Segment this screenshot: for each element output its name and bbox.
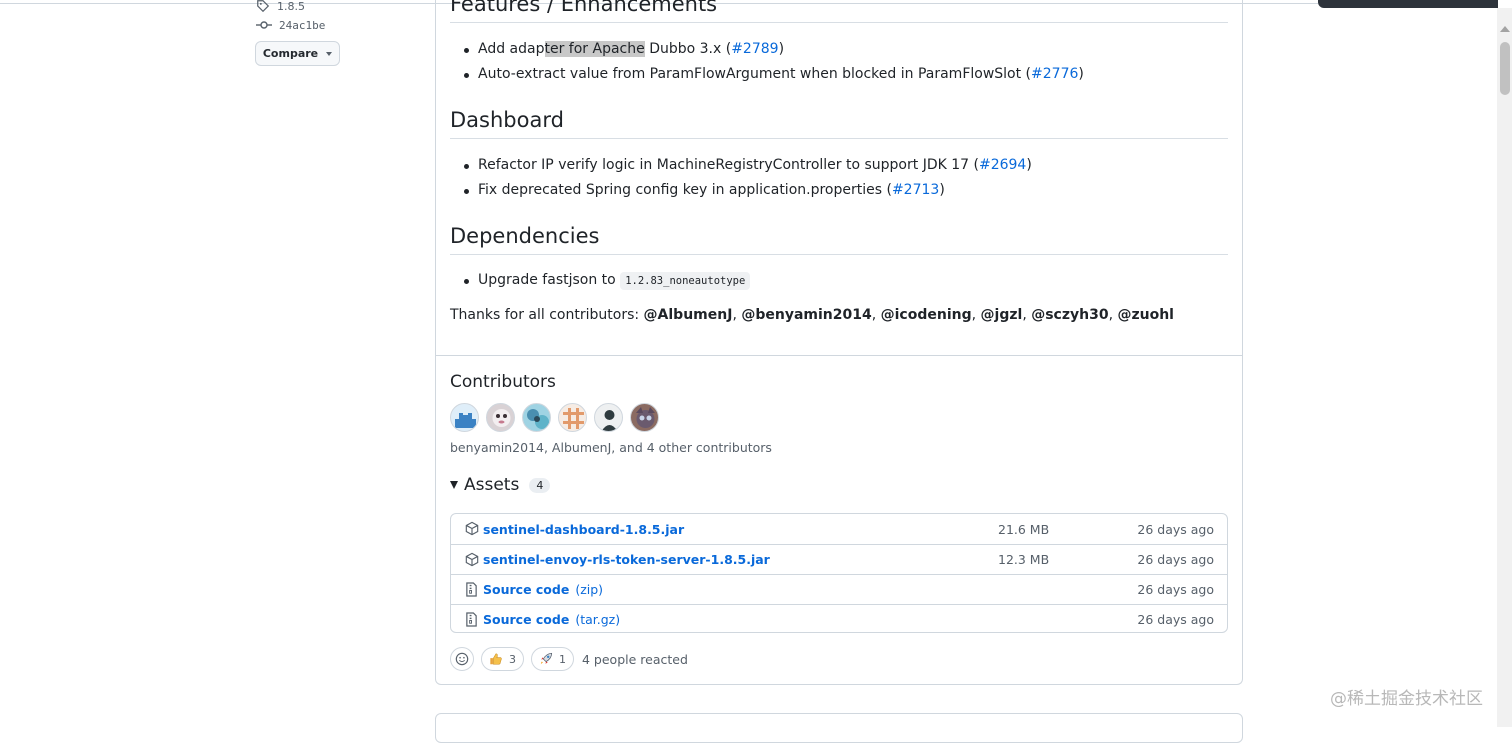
asset-row: sentinel-dashboard-1.8.5.jar 21.6 MB 26 … (451, 514, 1227, 544)
smiley-icon (455, 652, 469, 666)
asset-row: Source code (tar.gz) 26 days ago (451, 604, 1227, 634)
pr-link-2694[interactable]: #2694 (979, 157, 1026, 173)
tag-label: 1.8.5 (277, 0, 305, 13)
asset-link[interactable]: sentinel-envoy-rls-token-server-1.8.5.ja… (483, 552, 770, 567)
file-zip-icon (466, 612, 477, 627)
mention-sczyh30[interactable]: @sczyh30 (1031, 307, 1108, 323)
thumbs-up-icon (490, 653, 502, 665)
avatar-image (455, 413, 476, 428)
contributor-avatars (450, 403, 659, 432)
avatar-image (492, 409, 511, 427)
avatar[interactable] (558, 403, 587, 432)
avatar-image (527, 409, 549, 429)
dependency-item: Upgrade fastjson to 1.2.83_noneautotype (463, 272, 751, 290)
avatar-image (636, 407, 655, 428)
asset-row: sentinel-envoy-rls-token-server-1.8.5.ja… (451, 544, 1227, 574)
mention-albumenj[interactable]: @AlbumenJ (644, 307, 733, 323)
assets-list: sentinel-dashboard-1.8.5.jar 21.6 MB 26 … (450, 513, 1228, 633)
text-selection: ter for Apache (544, 41, 645, 57)
asset-time: 26 days ago (1137, 521, 1214, 537)
avatar[interactable] (522, 403, 551, 432)
reactions-bar: 3 1 4 people reacted (450, 647, 688, 671)
contributors-summary: benyamin2014, AlbumenJ, and 4 other cont… (450, 440, 772, 455)
top-toolbar-edge (1318, 0, 1498, 8)
asset-name-text: Source code (483, 582, 570, 597)
git-commit-icon (256, 21, 272, 29)
avatar[interactable] (594, 403, 623, 432)
features-heading: Features / Enhancements (450, 0, 1228, 23)
rocket-count: 1 (559, 652, 566, 666)
mention-benyamin2014[interactable]: @benyamin2014 (741, 307, 871, 323)
thumbs-up-count: 3 (509, 652, 516, 666)
mention-icodening[interactable]: @icodening (881, 307, 972, 323)
asset-ext: (zip) (575, 582, 604, 597)
pr-link-2789[interactable]: #2789 (731, 41, 778, 57)
mention-zuohl[interactable]: @zuohl (1117, 307, 1174, 323)
asset-size: 12.3 MB (998, 552, 1050, 567)
asset-link[interactable]: sentinel-dashboard-1.8.5.jar (483, 522, 684, 537)
watermark: @稀土掘金技术社区 (1330, 689, 1483, 709)
asset-size: 21.6 MB (998, 521, 1050, 537)
commit-sha: 24ac1be (279, 18, 326, 32)
scroll-up-arrow-icon[interactable] (1500, 26, 1510, 32)
mention-jgzl[interactable]: @jgzl (981, 307, 1023, 323)
thanks-line: Thanks for all contributors: @AlbumenJ, … (450, 307, 1174, 323)
asset-time: 26 days ago (1137, 582, 1214, 597)
dashboard-heading: Dashboard (450, 108, 1228, 139)
package-icon (465, 521, 479, 536)
asset-name-text: Source code (483, 612, 570, 627)
thumbs-up-reaction[interactable]: 3 (481, 647, 524, 671)
file-zip-icon (466, 582, 477, 597)
add-reaction-button[interactable] (450, 647, 474, 671)
asset-link[interactable]: Source code (tar.gz) (483, 612, 620, 627)
avatar-image (563, 408, 584, 429)
asset-link[interactable]: Source code (zip) (483, 582, 603, 597)
asset-row: Source code (zip) 26 days ago (451, 574, 1227, 604)
compare-button[interactable]: Compare (255, 41, 340, 66)
dependencies-heading: Dependencies (450, 224, 1228, 255)
chevron-down-icon (326, 51, 333, 56)
avatar[interactable] (486, 403, 515, 432)
dashboard-item-1: Refactor IP verify logic in MachineRegis… (464, 157, 1032, 173)
section-divider (435, 355, 1243, 356)
scrollbar-track[interactable] (1497, 8, 1512, 727)
commit-link[interactable]: 24ac1be (256, 15, 325, 35)
tag-link[interactable]: 1.8.5 (256, 0, 305, 16)
asset-ext: (tar.gz) (575, 612, 621, 627)
assets-toggle[interactable]: Assets 4 (450, 475, 551, 495)
reactions-summary: 4 people reacted (582, 651, 688, 667)
avatar[interactable] (450, 403, 479, 432)
package-icon (465, 552, 479, 567)
compare-label: Compare (262, 47, 319, 60)
version-code: 1.2.83_noneautotype (620, 272, 751, 290)
feature-item-1: Add adapter for Apache Dubbo 3.x (#2789) (463, 41, 785, 57)
dashboard-item-2: Fix deprecated Spring config key in appl… (464, 182, 945, 198)
tag-icon (257, 0, 270, 13)
contributors-heading: Contributors (450, 372, 556, 392)
asset-time: 26 days ago (1137, 612, 1214, 627)
avatar-image (601, 410, 618, 431)
scrollbar-thumb[interactable] (1500, 42, 1510, 95)
avatar[interactable] (630, 403, 659, 432)
pr-link-2713[interactable]: #2713 (892, 182, 939, 198)
rocket-icon (540, 652, 553, 665)
pr-link-2776[interactable]: #2776 (1031, 66, 1078, 82)
triangle-down-icon (450, 481, 458, 489)
assets-heading: Assets (464, 475, 520, 495)
feature-item-2: Auto-extract value from ParamFlowArgumen… (464, 66, 1084, 82)
rocket-reaction[interactable]: 1 (531, 647, 574, 671)
asset-time: 26 days ago (1137, 552, 1214, 567)
assets-count-badge: 4 (529, 477, 551, 493)
next-release-card (435, 713, 1243, 743)
